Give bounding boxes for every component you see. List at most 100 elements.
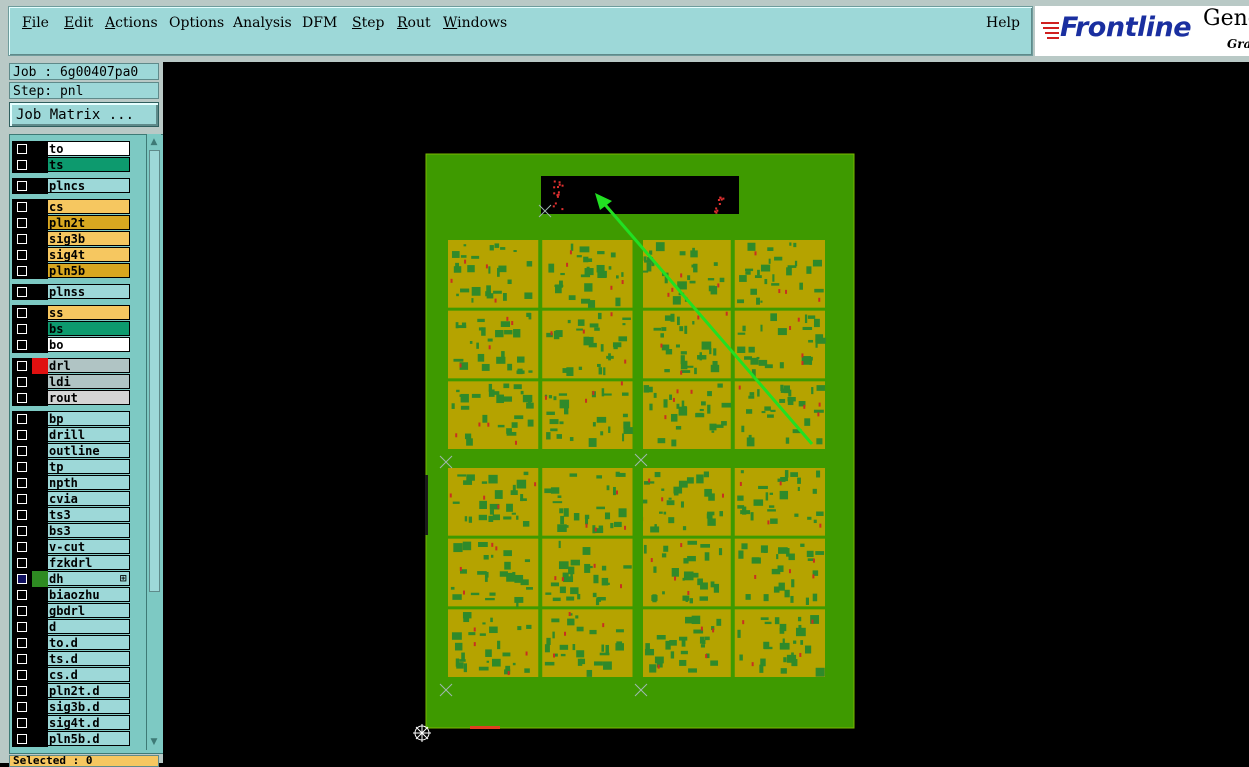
layer-name[interactable]: npth bbox=[48, 475, 130, 490]
layer-checkbox[interactable] bbox=[12, 178, 32, 194]
layer-name[interactable]: dh ⊞ bbox=[48, 571, 130, 586]
scroll-up-arrow-icon[interactable]: ▲ bbox=[148, 136, 160, 148]
layer-checkbox[interactable] bbox=[12, 247, 32, 263]
layer-row-to[interactable]: to bbox=[12, 141, 132, 157]
layer-color-swatch[interactable] bbox=[32, 683, 48, 699]
layer-checkbox[interactable] bbox=[12, 507, 32, 523]
layer-row-biaozhu[interactable]: biaozhu bbox=[12, 587, 132, 603]
layer-row-ts[interactable]: ts bbox=[12, 157, 132, 173]
layer-name[interactable]: pln2t.d bbox=[48, 683, 130, 698]
layer-name[interactable]: cs bbox=[48, 199, 130, 214]
layer-checkbox[interactable] bbox=[12, 263, 32, 279]
layer-color-swatch[interactable] bbox=[32, 635, 48, 651]
layer-row-ss[interactable]: ss bbox=[12, 305, 132, 321]
layer-row-sig3b[interactable]: sig3b bbox=[12, 231, 132, 247]
layer-row-bs3[interactable]: bs3 bbox=[12, 523, 132, 539]
layer-checkbox[interactable] bbox=[12, 284, 32, 300]
layer-name[interactable]: sig3b bbox=[48, 231, 130, 246]
layer-row-bo[interactable]: bo bbox=[12, 337, 132, 353]
layer-row-to.d[interactable]: to.d bbox=[12, 635, 132, 651]
layer-row-cvia[interactable]: cvia bbox=[12, 491, 132, 507]
layer-color-swatch[interactable] bbox=[32, 141, 48, 157]
menu-dfm[interactable]: DFM bbox=[302, 15, 337, 31]
layer-row-rout[interactable]: rout bbox=[12, 390, 132, 406]
layer-color-swatch[interactable] bbox=[32, 390, 48, 406]
layer-row-cs.d[interactable]: cs.d bbox=[12, 667, 132, 683]
layer-name[interactable]: v-cut bbox=[48, 539, 130, 554]
layer-checkbox[interactable] bbox=[12, 667, 32, 683]
layer-color-swatch[interactable] bbox=[32, 731, 48, 747]
layer-row-ts.d[interactable]: ts.d bbox=[12, 651, 132, 667]
layer-color-swatch[interactable] bbox=[32, 507, 48, 523]
layer-name[interactable]: biaozhu bbox=[48, 587, 130, 602]
layer-color-swatch[interactable] bbox=[32, 427, 48, 443]
graphic-canvas[interactable] bbox=[163, 62, 1249, 763]
layer-name[interactable]: outline bbox=[48, 443, 130, 458]
menu-help[interactable]: Help bbox=[986, 15, 1020, 31]
layer-name[interactable]: cvia bbox=[48, 491, 130, 506]
layer-expand-icon[interactable]: ⊞ bbox=[119, 572, 127, 585]
layer-checkbox[interactable] bbox=[12, 491, 32, 507]
layer-color-swatch[interactable] bbox=[32, 358, 48, 374]
layer-checkbox[interactable] bbox=[12, 523, 32, 539]
layer-checkbox[interactable] bbox=[12, 715, 32, 731]
layer-checkbox[interactable] bbox=[12, 358, 32, 374]
scroll-thumb[interactable] bbox=[149, 150, 160, 592]
menu-edit[interactable]: Edit bbox=[64, 15, 93, 31]
layer-name[interactable]: to.d bbox=[48, 635, 130, 650]
layer-checkbox[interactable] bbox=[12, 374, 32, 390]
layer-color-swatch[interactable] bbox=[32, 539, 48, 555]
scroll-down-arrow-icon[interactable]: ▼ bbox=[148, 736, 160, 748]
layer-name[interactable]: pln5b bbox=[48, 263, 130, 278]
layer-color-swatch[interactable] bbox=[32, 715, 48, 731]
layer-row-drl[interactable]: drl bbox=[12, 358, 132, 374]
layer-checkbox[interactable] bbox=[12, 141, 32, 157]
layer-row-drill[interactable]: drill bbox=[12, 427, 132, 443]
layer-checkbox[interactable] bbox=[12, 157, 32, 173]
layer-name[interactable]: rout bbox=[48, 390, 130, 405]
layer-name[interactable]: ts.d bbox=[48, 651, 130, 666]
layer-name[interactable]: cs.d bbox=[48, 667, 130, 682]
layer-color-swatch[interactable] bbox=[32, 619, 48, 635]
layer-name[interactable]: pln2t bbox=[48, 215, 130, 230]
layer-color-swatch[interactable] bbox=[32, 475, 48, 491]
layer-color-swatch[interactable] bbox=[32, 374, 48, 390]
menu-options[interactable]: Options bbox=[169, 15, 224, 31]
layer-name[interactable]: bp bbox=[48, 411, 130, 426]
layer-row-pln2t[interactable]: pln2t bbox=[12, 215, 132, 231]
layer-name[interactable]: drill bbox=[48, 427, 130, 442]
layer-checkbox[interactable] bbox=[12, 619, 32, 635]
layer-color-swatch[interactable] bbox=[32, 411, 48, 427]
layer-checkbox[interactable] bbox=[12, 635, 32, 651]
layer-row-tp[interactable]: tp bbox=[12, 459, 132, 475]
layer-name[interactable]: tp bbox=[48, 459, 130, 474]
layer-name[interactable]: d bbox=[48, 619, 130, 634]
layer-color-swatch[interactable] bbox=[32, 247, 48, 263]
layer-row-pln5b.d[interactable]: pln5b.d bbox=[12, 731, 132, 747]
layer-color-swatch[interactable] bbox=[32, 231, 48, 247]
layer-color-swatch[interactable] bbox=[32, 178, 48, 194]
layer-name[interactable]: sig4t.d bbox=[48, 715, 130, 730]
panel-drawing[interactable] bbox=[163, 62, 1249, 763]
layer-name[interactable]: fzkdrl bbox=[48, 555, 130, 570]
menu-windows[interactable]: Windows bbox=[443, 15, 507, 31]
layer-name[interactable]: ts3 bbox=[48, 507, 130, 522]
layer-name[interactable]: ts bbox=[48, 157, 130, 172]
layer-name[interactable]: sig4t bbox=[48, 247, 130, 262]
layer-name[interactable]: drl bbox=[48, 358, 130, 373]
layer-checkbox[interactable] bbox=[12, 443, 32, 459]
layer-checkbox[interactable] bbox=[12, 337, 32, 353]
layer-checkbox[interactable] bbox=[12, 475, 32, 491]
layer-color-swatch[interactable] bbox=[32, 459, 48, 475]
menu-rout[interactable]: Rout bbox=[397, 15, 431, 31]
layer-checkbox[interactable] bbox=[12, 699, 32, 715]
layer-name[interactable]: pln5b.d bbox=[48, 731, 130, 746]
layer-color-swatch[interactable] bbox=[32, 337, 48, 353]
layer-row-pln5b[interactable]: pln5b bbox=[12, 263, 132, 279]
layer-checkbox[interactable] bbox=[12, 587, 32, 603]
layer-checkbox[interactable] bbox=[12, 411, 32, 427]
layer-name[interactable]: bo bbox=[48, 337, 130, 352]
layer-row-sig4t.d[interactable]: sig4t.d bbox=[12, 715, 132, 731]
layer-row-pln2t.d[interactable]: pln2t.d bbox=[12, 683, 132, 699]
layer-color-swatch[interactable] bbox=[32, 305, 48, 321]
